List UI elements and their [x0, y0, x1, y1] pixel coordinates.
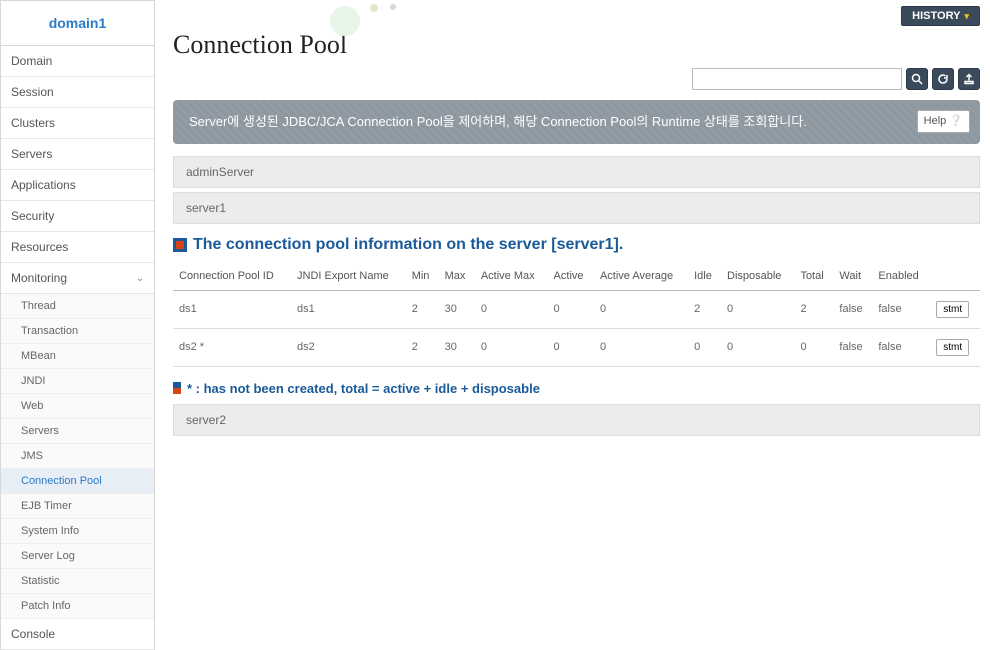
help-icon: ❔: [949, 113, 963, 130]
section-title-text: The connection pool information on the s…: [193, 236, 623, 254]
main-content: HISTORY ▾ Connection Pool Server에 생성된 JD…: [155, 0, 990, 650]
help-button[interactable]: Help ❔: [917, 110, 970, 133]
table-row: ds2 *ds2230000000falsefalsestmt: [173, 328, 980, 366]
sub-item-mbean[interactable]: MBean: [1, 344, 154, 369]
cell-min: 2: [406, 328, 439, 366]
search-input[interactable]: [692, 68, 902, 90]
sub-item-servers[interactable]: Servers: [1, 419, 154, 444]
export-icon[interactable]: [958, 68, 980, 90]
th-jndi: JNDI Export Name: [291, 262, 406, 291]
sidebar-item-label: Monitoring: [11, 271, 67, 285]
legend-marker-icon: [173, 382, 181, 394]
cell-wait: false: [833, 290, 872, 328]
cell-enabled: false: [872, 290, 930, 328]
cell-active_avg: 0: [594, 290, 688, 328]
sub-item-server-log[interactable]: Server Log: [1, 544, 154, 569]
cell-active_max: 0: [475, 290, 548, 328]
cell-idle: 2: [688, 290, 721, 328]
sidebar-item-domain[interactable]: Domain: [1, 46, 154, 77]
sub-item-jndi[interactable]: JNDI: [1, 369, 154, 394]
cell-wait: false: [833, 328, 872, 366]
refresh-icon[interactable]: [932, 68, 954, 90]
sidebar-item-session[interactable]: Session: [1, 77, 154, 108]
sub-item-ejb-timer[interactable]: EJB Timer: [1, 494, 154, 519]
stmt-button[interactable]: stmt: [936, 301, 969, 318]
cell-total: 2: [794, 290, 833, 328]
server-row-server1[interactable]: server1: [173, 192, 980, 224]
history-label: HISTORY: [912, 10, 960, 22]
chevron-down-icon: ⌄: [136, 273, 144, 284]
cell-active_avg: 0: [594, 328, 688, 366]
page-title: Connection Pool: [173, 30, 980, 60]
cell-min: 2: [406, 290, 439, 328]
sidebar: domain1 Domain Session Clusters Servers …: [0, 0, 155, 650]
history-button[interactable]: HISTORY ▾: [901, 6, 980, 26]
cell-id: ds2 *: [173, 328, 291, 366]
sub-item-patch-info[interactable]: Patch Info: [1, 594, 154, 619]
sidebar-item-monitoring[interactable]: Monitoring ⌄: [1, 263, 154, 294]
cell-jndi: ds2: [291, 328, 406, 366]
legend: * : has not been created, total = active…: [173, 381, 980, 396]
th-disposable: Disposable: [721, 262, 794, 291]
search-icon[interactable]: [906, 68, 928, 90]
th-active-avg: Active Average: [594, 262, 688, 291]
sidebar-item-clusters[interactable]: Clusters: [1, 108, 154, 139]
monitoring-submenu: Thread Transaction MBean JNDI Web Server…: [1, 294, 154, 619]
cell-max: 30: [439, 290, 475, 328]
sidebar-item-applications[interactable]: Applications: [1, 170, 154, 201]
server-row-admin[interactable]: adminServer: [173, 156, 980, 188]
cell-active: 0: [548, 290, 594, 328]
sub-item-thread[interactable]: Thread: [1, 294, 154, 319]
sidebar-item-security[interactable]: Security: [1, 201, 154, 232]
th-active: Active: [548, 262, 594, 291]
th-active-max: Active Max: [475, 262, 548, 291]
cell-disposable: 0: [721, 328, 794, 366]
th-id: Connection Pool ID: [173, 262, 291, 291]
stmt-button[interactable]: stmt: [936, 339, 969, 356]
sidebar-item-resources[interactable]: Resources: [1, 232, 154, 263]
help-label: Help: [924, 113, 947, 130]
th-min: Min: [406, 262, 439, 291]
info-banner: Server에 생성된 JDBC/JCA Connection Pool을 제어…: [173, 100, 980, 144]
cell-enabled: false: [872, 328, 930, 366]
sub-item-transaction[interactable]: Transaction: [1, 319, 154, 344]
cell-idle: 0: [688, 328, 721, 366]
cell-max: 30: [439, 328, 475, 366]
th-max: Max: [439, 262, 475, 291]
cell-active: 0: [548, 328, 594, 366]
th-wait: Wait: [833, 262, 872, 291]
sub-item-web[interactable]: Web: [1, 394, 154, 419]
sidebar-nav: Domain Session Clusters Servers Applicat…: [1, 46, 154, 650]
domain-header[interactable]: domain1: [1, 0, 154, 46]
table-row: ds1ds1230000202falsefalsestmt: [173, 290, 980, 328]
banner-text: Server에 생성된 JDBC/JCA Connection Pool을 제어…: [189, 114, 807, 129]
legend-text: * : has not been created, total = active…: [187, 381, 540, 396]
cell-id: ds1: [173, 290, 291, 328]
sidebar-item-console[interactable]: Console: [1, 619, 154, 650]
sub-item-statistic[interactable]: Statistic: [1, 569, 154, 594]
th-total: Total: [794, 262, 833, 291]
cell-disposable: 0: [721, 290, 794, 328]
server-row-server2[interactable]: server2: [173, 404, 980, 436]
cell-jndi: ds1: [291, 290, 406, 328]
sidebar-item-servers[interactable]: Servers: [1, 139, 154, 170]
sub-item-jms[interactable]: JMS: [1, 444, 154, 469]
chevron-down-icon: ▾: [964, 11, 969, 22]
cell-total: 0: [794, 328, 833, 366]
section-marker-icon: [173, 238, 187, 252]
sub-item-system-info[interactable]: System Info: [1, 519, 154, 544]
sub-item-connection-pool[interactable]: Connection Pool: [1, 469, 154, 494]
section-title: The connection pool information on the s…: [173, 236, 980, 254]
th-enabled: Enabled: [872, 262, 930, 291]
cell-active_max: 0: [475, 328, 548, 366]
th-idle: Idle: [688, 262, 721, 291]
connection-pool-table: Connection Pool ID JNDI Export Name Min …: [173, 262, 980, 367]
